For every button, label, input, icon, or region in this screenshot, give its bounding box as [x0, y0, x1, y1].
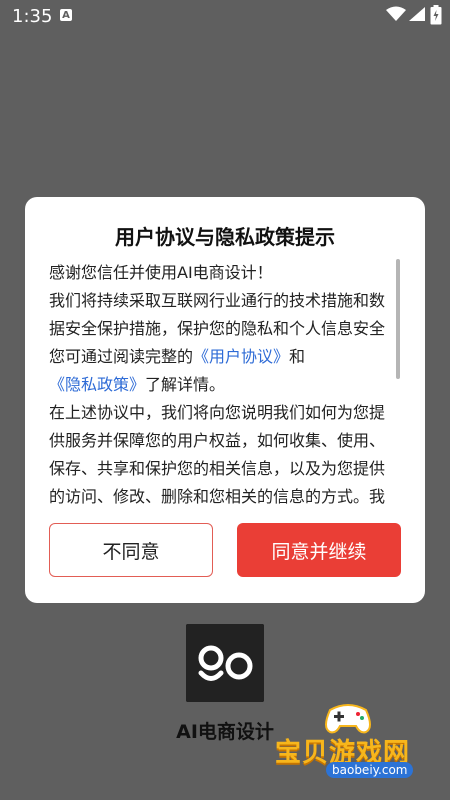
- disagree-button[interactable]: 不同意: [49, 523, 213, 577]
- dialog-body: 感谢您信任并使用AI电商设计！ 我们将持续采取互联网行业通行的技术措施和数据安全…: [49, 259, 399, 509]
- dialog-paragraph-1: 我们将持续采取互联网行业通行的技术措施和数据安全保护措施，保护您的隐私和个人信息…: [49, 287, 399, 399]
- app-logo-icon: [186, 624, 264, 702]
- user-agreement-link[interactable]: 《用户协议》: [193, 347, 289, 366]
- wifi-icon: [386, 6, 406, 21]
- agree-continue-button[interactable]: 同意并继续: [237, 523, 401, 577]
- watermark-url: baobeiy.com: [326, 762, 414, 778]
- privacy-dialog: 用户协议与隐私政策提示 感谢您信任并使用AI电商设计！ 我们将持续采取互联网行业…: [25, 197, 425, 603]
- dialog-paragraph-2: 在上述协议中，我们将向您说明我们如何为您提供服务并保障您的用户权益，如何收集、使…: [49, 403, 386, 506]
- dialog-intro: 感谢您信任并使用AI电商设计！: [49, 263, 273, 282]
- dialog-scrollbar[interactable]: [396, 259, 400, 379]
- privacy-policy-link[interactable]: 《隐私政策》: [49, 375, 145, 394]
- signal-icon: [409, 7, 425, 21]
- battery-icon: [430, 5, 442, 25]
- paragraph-1-end: 了解详情。: [145, 375, 226, 394]
- dialog-title: 用户协议与隐私政策提示: [115, 225, 335, 249]
- and-text: 和: [289, 347, 306, 366]
- status-bar: 1:35 A: [0, 0, 450, 32]
- gamepad-icon: [325, 704, 371, 734]
- notification-a-icon: A: [60, 9, 72, 21]
- status-time: 1:35: [12, 6, 53, 27]
